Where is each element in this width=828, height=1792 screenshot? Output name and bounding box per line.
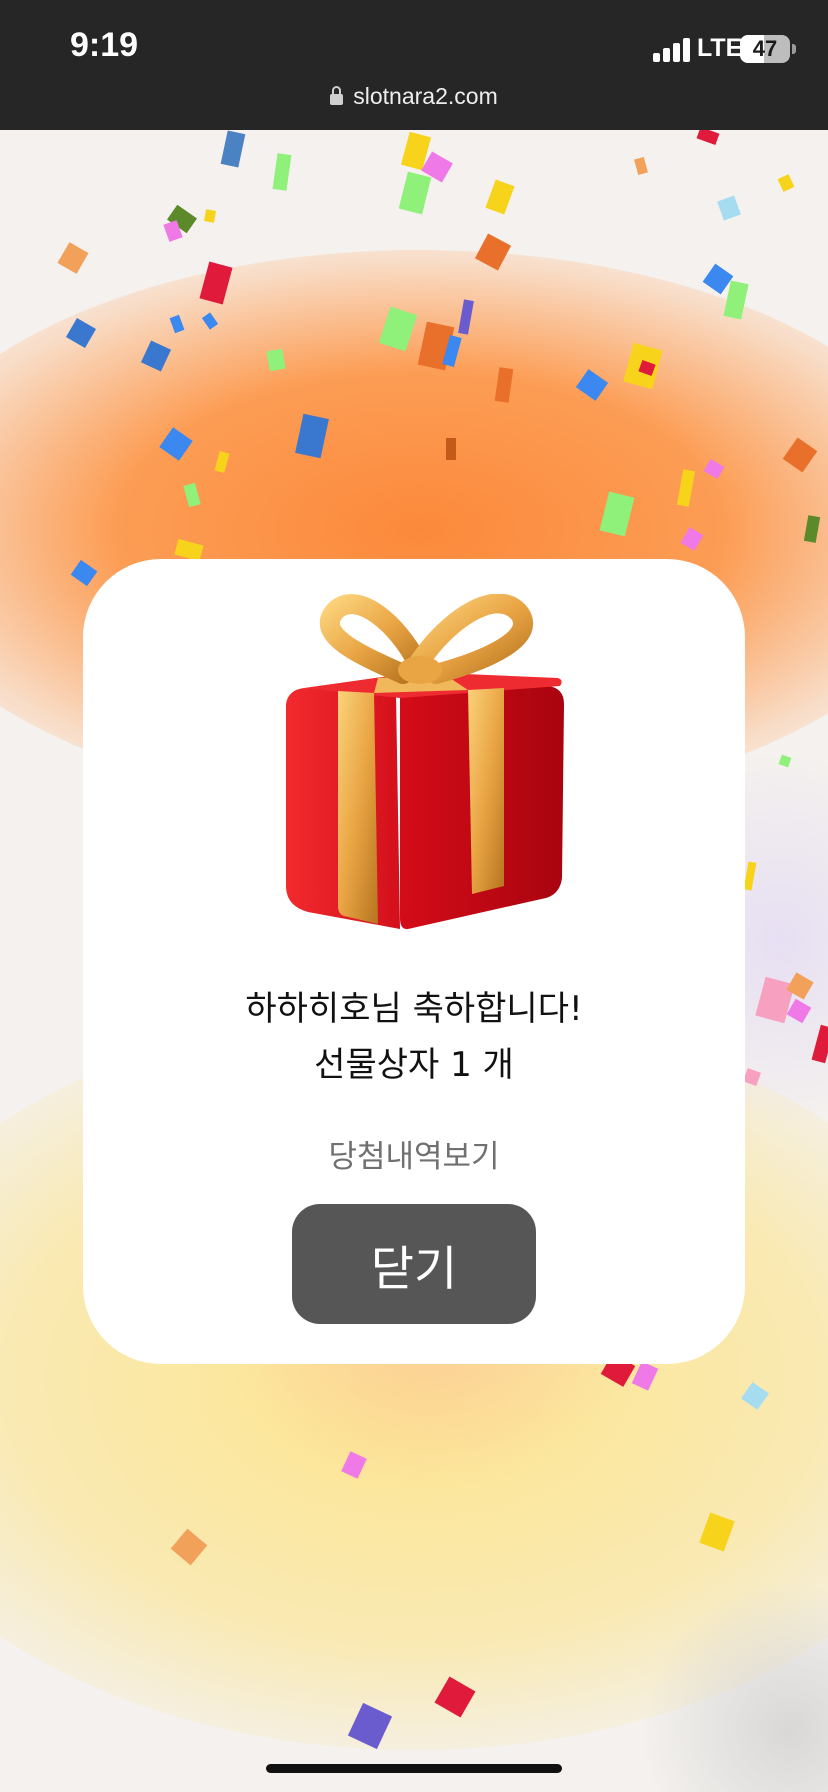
- confetti-piece: [696, 130, 720, 146]
- confetti-piece: [220, 130, 246, 168]
- close-button[interactable]: 닫기: [292, 1204, 536, 1324]
- network-label: LTE: [697, 34, 743, 62]
- confetti-piece: [57, 242, 89, 274]
- gift-box-icon: [286, 594, 564, 930]
- congratulations-line: 하하히호님 축하합니다!: [245, 989, 583, 1029]
- battery-tip: [792, 44, 796, 54]
- confetti-piece: [717, 195, 741, 221]
- confetti-piece: [204, 209, 216, 223]
- home-indicator[interactable]: [266, 1764, 562, 1773]
- battery-icon: 47: [740, 35, 790, 63]
- reward-popup: 하하히호님 축하합니다! 선물상자 1 개 당첨내역보기 닫기: [83, 559, 745, 1364]
- battery-level: 47: [752, 36, 778, 61]
- confetti-piece: [272, 153, 292, 191]
- address-bar[interactable]: slotnara2.com: [0, 83, 828, 110]
- confetti-piece: [398, 171, 432, 215]
- congratulations-message: 하하히호님 축하합니다! 선물상자 1 개: [83, 981, 745, 1093]
- status-time: 9:19: [70, 26, 139, 64]
- reward-count-line: 선물상자 1 개: [314, 1045, 514, 1085]
- confetti-piece: [777, 174, 795, 192]
- confetti-piece: [266, 348, 286, 372]
- confetti-piece: [485, 179, 515, 215]
- confetti-piece: [634, 156, 648, 176]
- signal-icon: [653, 38, 691, 62]
- url-text: slotnara2.com: [353, 83, 498, 109]
- lock-icon: [330, 86, 344, 105]
- confetti-piece: [446, 438, 456, 460]
- view-history-link[interactable]: 당첨내역보기: [83, 1131, 745, 1176]
- status-bar: 9:19 LTE 47 slotnara2.com: [0, 0, 828, 130]
